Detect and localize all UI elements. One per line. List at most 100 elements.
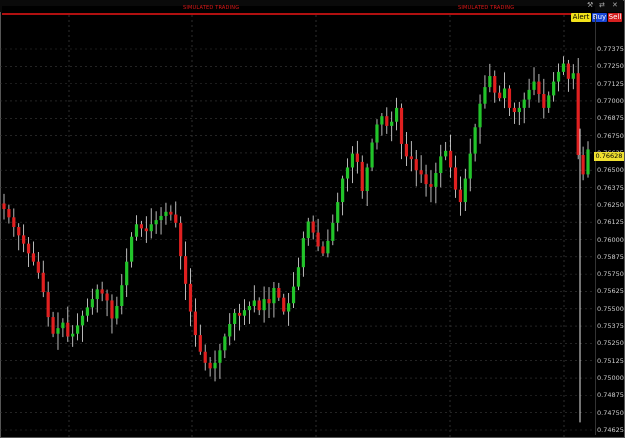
- candle-up: [547, 95, 551, 108]
- candle-down: [453, 167, 458, 190]
- candle-up: [56, 328, 60, 334]
- candle-up: [159, 215, 163, 221]
- candle-up: [527, 89, 531, 100]
- candle-up: [350, 153, 355, 168]
- price-tick-label: 0.77375: [597, 45, 624, 53]
- candle-up: [223, 336, 227, 351]
- candle-down: [188, 283, 193, 312]
- close-icon[interactable]: ✕: [612, 1, 618, 9]
- candle-down: [100, 289, 104, 294]
- candle-up: [380, 116, 384, 125]
- link-icon[interactable]: ⇄: [599, 1, 605, 9]
- candle-down: [31, 253, 36, 262]
- candle-down: [110, 300, 114, 319]
- simulated-trading-banner-left: SIMULATED TRADING: [183, 5, 240, 11]
- candle-up: [95, 289, 99, 300]
- candle-down: [282, 297, 286, 312]
- candle-up: [129, 236, 134, 262]
- candle-up: [134, 224, 139, 237]
- price-tick-label: 0.75000: [597, 374, 624, 383]
- candle-down: [581, 154, 585, 175]
- simulated-trading-banner-right: SIMULATED TRADING: [458, 5, 515, 11]
- candle-down: [193, 311, 197, 336]
- candle-up: [233, 312, 237, 325]
- candle-up: [247, 306, 251, 311]
- candle-down: [237, 312, 242, 316]
- candle-up: [444, 150, 448, 157]
- candle-up: [228, 324, 232, 337]
- candle-down: [198, 335, 202, 352]
- candle-up: [252, 300, 256, 307]
- price-tick-label: 0.75875: [597, 252, 624, 261]
- candle-down: [458, 189, 463, 203]
- price-tick-label: 0.76750: [597, 131, 624, 140]
- candle-down: [36, 261, 40, 273]
- price-tick-label: 0.76500: [597, 166, 624, 175]
- candle-down: [22, 235, 26, 244]
- candle-up: [296, 267, 301, 287]
- candle-down: [360, 161, 364, 192]
- candle-down: [208, 362, 212, 369]
- candle-up: [76, 325, 80, 334]
- window-controls: ⚒ ⇄ ✕: [587, 0, 623, 10]
- candle-up: [306, 221, 310, 239]
- candle-up: [341, 178, 345, 203]
- candle-up: [463, 178, 467, 203]
- candle-down: [498, 92, 502, 99]
- candle-up: [262, 299, 266, 311]
- candle-up: [164, 211, 168, 216]
- current-price-label: 0.76628: [594, 152, 624, 161]
- candle-up: [502, 88, 507, 99]
- candle-up: [439, 156, 443, 173]
- candle-up: [154, 220, 158, 225]
- candle-down: [17, 227, 21, 236]
- candle-down: [183, 256, 188, 284]
- candle-up: [71, 333, 75, 337]
- price-tick-label: 0.74750: [597, 408, 624, 417]
- candle-up: [365, 167, 369, 192]
- candle-down: [139, 224, 144, 229]
- price-tick-label: 0.76375: [597, 183, 624, 192]
- candle-down: [46, 292, 50, 318]
- price-tick-label: 0.76125: [597, 218, 624, 227]
- candle-up: [218, 350, 222, 363]
- price-tick-label: 0.75625: [597, 287, 624, 296]
- candle-up: [272, 287, 276, 304]
- candle-down: [399, 107, 404, 144]
- candle-up: [85, 307, 90, 316]
- wrench-icon[interactable]: ⚒: [587, 1, 593, 9]
- candle-up: [301, 238, 305, 268]
- price-tick-label: 0.75250: [597, 339, 624, 348]
- candle-up: [434, 172, 438, 187]
- price-axis-divider: [595, 15, 596, 435]
- candle-down: [316, 232, 320, 247]
- candle-up: [483, 87, 487, 104]
- candle-down: [429, 184, 433, 187]
- candle-down: [257, 300, 261, 311]
- price-tick-label: 0.74875: [597, 391, 624, 400]
- candle-down: [277, 287, 281, 298]
- price-chart[interactable]: [0, 15, 594, 437]
- candle-down: [542, 94, 546, 108]
- candle-down: [267, 299, 271, 304]
- sell-button[interactable]: Sell: [608, 13, 622, 22]
- candle-up: [488, 76, 492, 88]
- candle-up: [326, 240, 330, 254]
- candle-up: [390, 121, 394, 126]
- candle-down: [66, 322, 70, 337]
- candle-up: [213, 362, 217, 369]
- candle-up: [586, 149, 590, 175]
- candle-down: [493, 76, 497, 93]
- candle-up: [370, 142, 374, 168]
- price-tick-label: 0.74625: [597, 426, 624, 434]
- candle-down: [537, 81, 541, 95]
- candle-down: [144, 228, 148, 232]
- candle-up: [375, 124, 379, 143]
- candle-up: [90, 299, 94, 308]
- candle-up: [571, 73, 575, 79]
- candle-down: [105, 293, 109, 301]
- candle-down: [507, 88, 512, 108]
- price-tick-label: 0.77000: [597, 96, 624, 105]
- price-tick-label: 0.76875: [597, 114, 624, 123]
- candle-up: [345, 167, 350, 179]
